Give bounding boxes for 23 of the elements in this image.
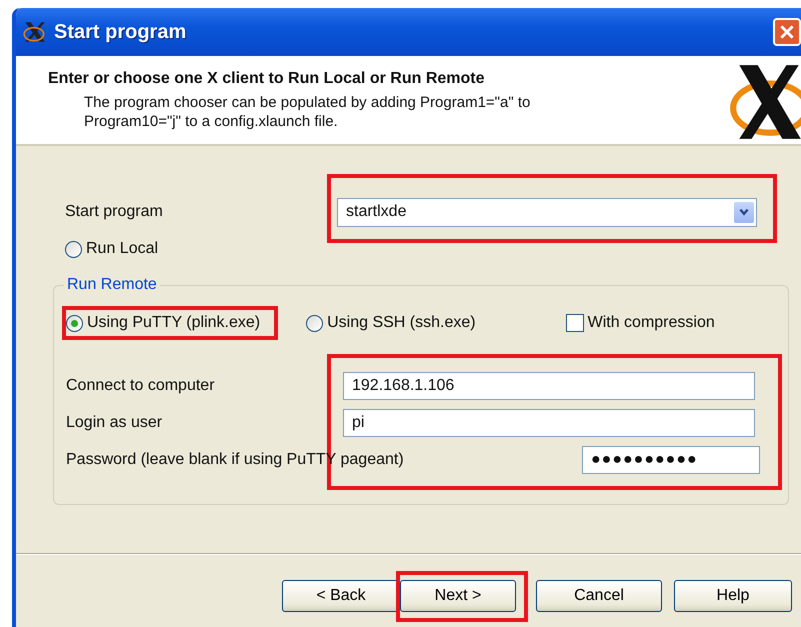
radio-button[interactable] — [65, 240, 82, 258]
description-text: The program chooser can be populated by adding Program1="a" to — [83, 93, 532, 112]
radio-button[interactable] — [306, 314, 324, 332]
close-icon — [780, 25, 794, 39]
input-field[interactable]: 192.168.1.106 — [343, 372, 755, 400]
dropdown-value: startlxde — [346, 203, 408, 221]
input-field[interactable]: pi — [343, 408, 755, 436]
checkbox[interactable] — [566, 314, 584, 332]
close-button[interactable] — [773, 18, 801, 46]
program-dropdown[interactable]: startlxde — [337, 198, 757, 226]
radio-button[interactable] — [66, 314, 83, 332]
start-program-label: Start program — [65, 203, 164, 221]
wizard-button[interactable]: Next > — [400, 580, 516, 612]
radio-option[interactable]: Run Local — [65, 240, 158, 258]
wizard-button[interactable]: Cancel — [536, 580, 662, 612]
field-label: Connect to computer — [66, 376, 216, 394]
window-title: Start program — [54, 20, 186, 44]
wizard-button[interactable]: Help — [674, 580, 792, 612]
option-label: Run Local — [86, 240, 158, 258]
field-label: Login as user — [66, 414, 164, 432]
input-field[interactable]: ●●●●●●●●●● — [582, 446, 760, 474]
description-text: Program10="j" to a config.xlaunch file. — [83, 112, 339, 131]
heading: Enter or choose one X client to Run Local or Run Remote — [48, 70, 486, 88]
